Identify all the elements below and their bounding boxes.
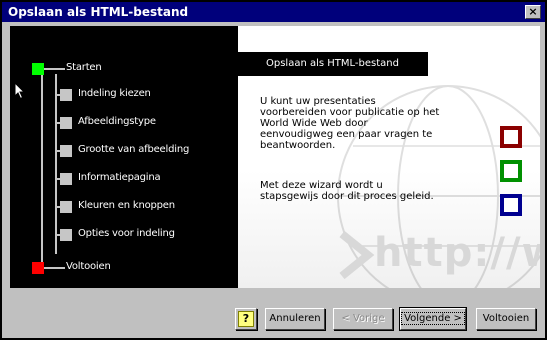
- http-watermark: http://w: [374, 230, 540, 276]
- step-connector-outer: [41, 74, 43, 270]
- brown-square-icon: [500, 126, 522, 148]
- next-button[interactable]: Volgende >: [399, 307, 467, 331]
- step-label-indeling-kiezen[interactable]: Indeling kiezen: [78, 88, 151, 99]
- help-icon: ?: [238, 311, 254, 327]
- intro-panel: Opslaan als HTML-bestand U kunt uw prese…: [238, 26, 540, 288]
- step-indicator: [60, 201, 72, 213]
- back-label: < Vorige: [341, 313, 385, 324]
- step-connector-inner: [55, 74, 57, 254]
- close-icon: ×: [528, 5, 538, 18]
- step-tick: [41, 267, 65, 269]
- help-button[interactable]: ?: [235, 308, 257, 330]
- window-title: Opslaan als HTML-bestand: [8, 5, 189, 19]
- chevron-right-icon: [339, 230, 375, 280]
- step-tick: [41, 68, 65, 70]
- step-indicator: [60, 89, 72, 101]
- step-label-voltooien[interactable]: Voltooien: [66, 261, 111, 272]
- step-label-starten[interactable]: Starten: [66, 62, 102, 73]
- step-indicator-finish: [32, 262, 44, 274]
- step-indicator-start: [32, 63, 44, 75]
- step-label-grootte-van-afbeelding[interactable]: Grootte van afbeelding: [78, 144, 189, 155]
- button-row: ? Annuleren < Vorige Volgende > Voltooie…: [2, 298, 545, 338]
- step-list: Starten Indeling kiezen Afbeeldingstype …: [10, 26, 240, 288]
- wizard-description: Met deze wizard wordt u stapsgewijs door…: [260, 180, 434, 202]
- step-indicator: [60, 145, 72, 157]
- finish-button[interactable]: Voltooien: [476, 308, 536, 330]
- finish-label: Voltooien: [482, 313, 530, 324]
- wizard-content: Starten Indeling kiezen Afbeeldingstype …: [10, 26, 540, 288]
- step-label-afbeeldingstype[interactable]: Afbeeldingstype: [78, 116, 156, 127]
- close-button[interactable]: ×: [525, 5, 541, 19]
- wizard-window: Opslaan als HTML-bestand × Starten Indel…: [0, 0, 547, 340]
- step-label-opties-voor-indeling[interactable]: Opties voor indeling: [78, 228, 175, 239]
- next-label: Volgende >: [401, 312, 465, 325]
- step-indicator: [60, 173, 72, 185]
- step-indicator: [60, 229, 72, 241]
- title-bar[interactable]: Opslaan als HTML-bestand ×: [2, 2, 545, 22]
- step-indicator: [60, 117, 72, 129]
- back-button[interactable]: < Vorige: [333, 308, 393, 330]
- green-square-icon: [500, 160, 522, 182]
- cancel-label: Annuleren: [269, 313, 321, 324]
- step-label-informatiepagina[interactable]: Informatiepagina: [78, 172, 161, 183]
- panel-title: Opslaan als HTML-bestand: [238, 52, 428, 76]
- cancel-button[interactable]: Annuleren: [265, 308, 325, 330]
- blue-square-icon: [500, 194, 522, 216]
- mouse-pointer-icon: [14, 82, 26, 100]
- step-label-kleuren-en-knoppen[interactable]: Kleuren en knoppen: [78, 200, 175, 211]
- intro-text: U kunt uw presentaties voorbereiden voor…: [260, 96, 440, 151]
